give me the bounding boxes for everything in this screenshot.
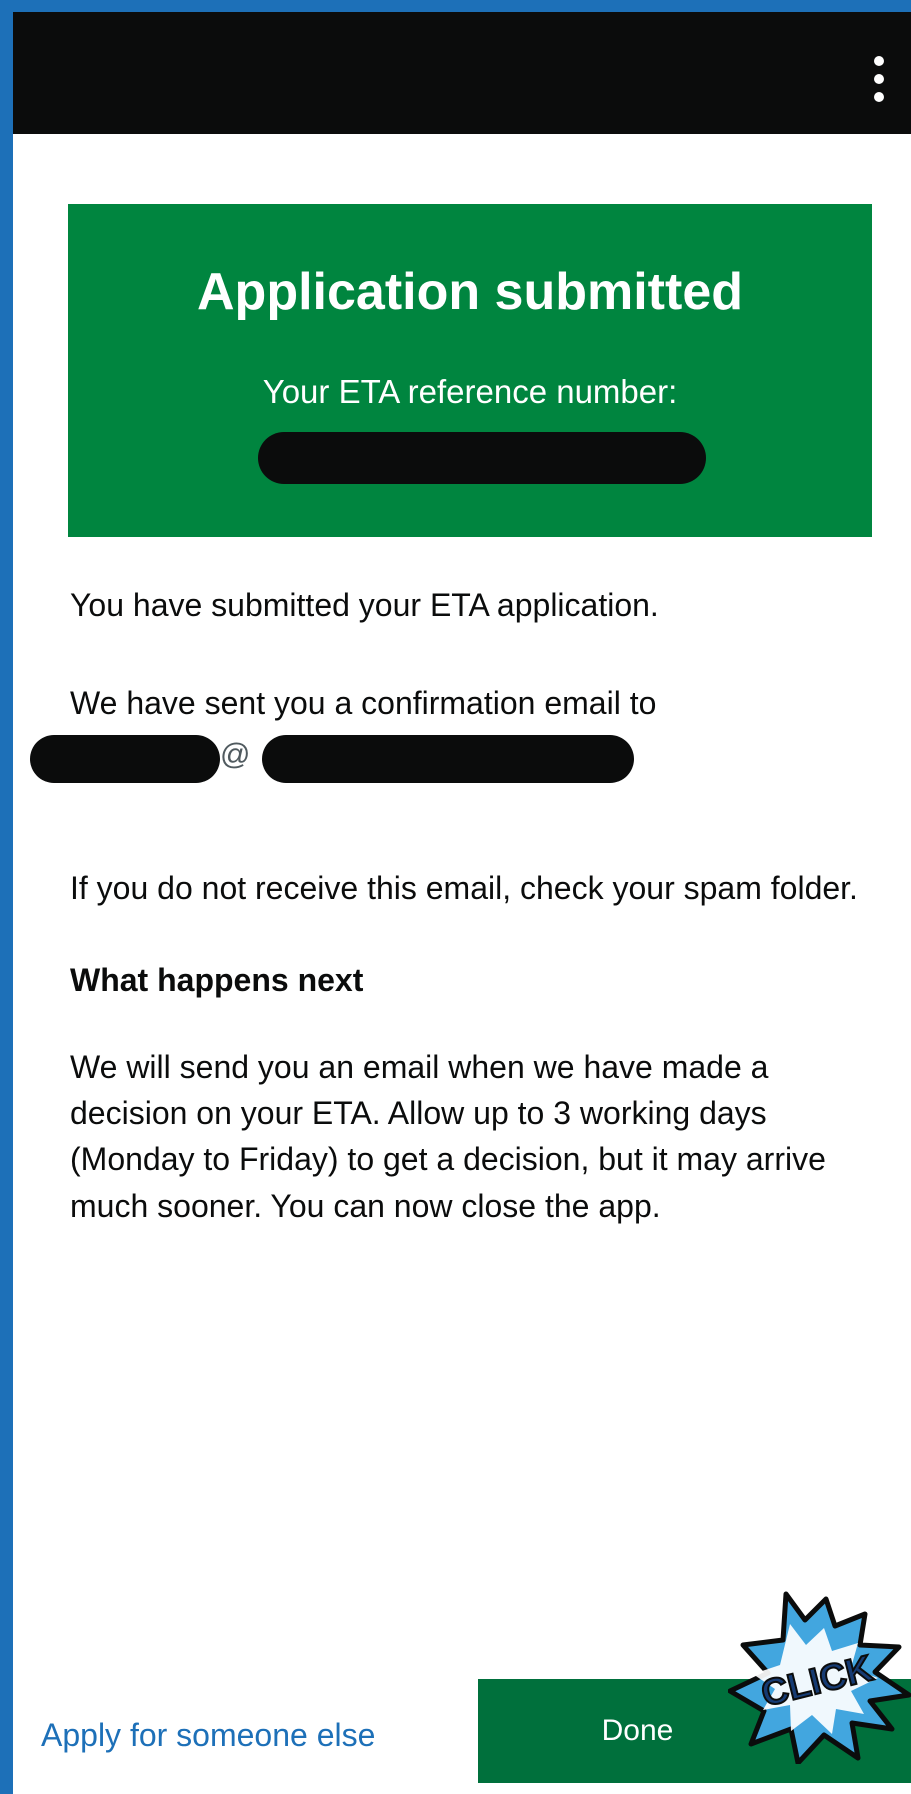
- menu-dot-2: [874, 74, 884, 84]
- email-intro-text: We have sent you a confirmation email to: [70, 685, 657, 722]
- decision-information-text: We will send you an email when we have m…: [70, 1048, 826, 1224]
- email-at-sign: @: [220, 737, 251, 771]
- bottom-actions: Apply for someone else Done: [13, 1679, 911, 1794]
- redacted-email-local-part: [30, 734, 220, 783]
- menu-dot-3: [874, 92, 884, 102]
- reference-number-label: Your ETA reference number:: [262, 373, 678, 410]
- menu-dot-1: [874, 56, 884, 66]
- top-app-bar: [13, 12, 911, 134]
- done-button[interactable]: Done: [478, 1679, 911, 1783]
- submitted-text: You have submitted your ETA application.: [70, 587, 659, 623]
- confirmation-content: You have submitted your ETA application.…: [30, 582, 870, 1229]
- apply-for-someone-else-link[interactable]: Apply for someone else: [41, 1717, 375, 1754]
- redacted-email-address: @: [30, 734, 870, 787]
- panel-title: Application submitted: [197, 263, 743, 321]
- confirmation-panel: Application submitted Your ETA reference…: [68, 204, 872, 537]
- spam-folder-text: If you do not receive this email, check …: [70, 869, 858, 906]
- redacted-reference-number: [258, 432, 706, 484]
- phone-screen: Application submitted Your ETA reference…: [13, 12, 911, 1794]
- redacted-email-domain: [262, 734, 634, 783]
- vertical-ellipsis-icon[interactable]: [873, 56, 885, 102]
- what-happens-next-heading: What happens next: [70, 962, 364, 999]
